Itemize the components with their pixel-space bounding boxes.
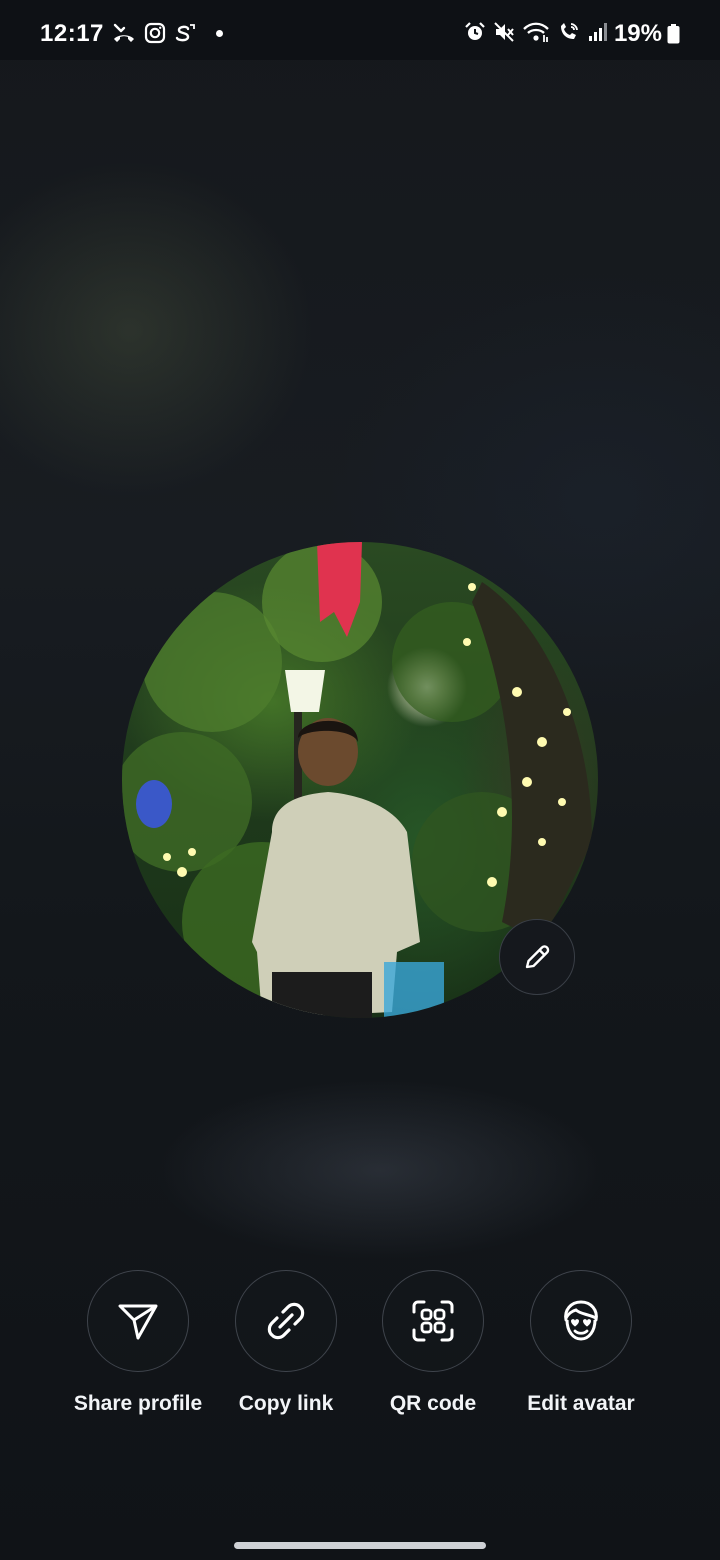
copy-link-label: Copy link [238,1392,334,1415]
status-time: 12:17 [40,20,104,47]
link-icon [267,1302,305,1340]
wifi-call-icon [557,21,581,43]
wifi-icon [522,21,550,43]
status-right-icons [464,21,608,43]
s-app-icon [174,21,196,45]
edit-photo-button[interactable] [499,919,575,995]
battery-icon [667,24,680,44]
signal-icon [588,21,608,43]
battery-percent: 19% [613,20,662,47]
notification-dot-icon [216,29,223,37]
qr-code-label: QR code [389,1392,477,1415]
alarm-icon [464,21,486,43]
instagram-icon [144,22,166,44]
qr-code-button[interactable] [382,1270,484,1372]
qr-code-icon [412,1300,454,1342]
profile-actions: Share profile Copy link QR code Edit ava… [0,1270,720,1430]
copy-link-button[interactable] [235,1270,337,1372]
missed-call-icon [112,22,136,44]
status-bar: 12:17 19% [0,0,720,60]
share-profile-button[interactable] [87,1270,189,1372]
share-profile-label: Share profile [73,1392,203,1415]
edit-avatar-action[interactable]: Edit avatar [491,1270,671,1416]
home-indicator[interactable] [234,1542,486,1549]
status-left-icons [112,21,223,45]
edit-avatar-button[interactable] [530,1270,632,1372]
mute-icon [493,21,515,43]
send-icon [118,1304,158,1340]
avatar-face-icon [564,1300,598,1341]
edit-avatar-label: Edit avatar [527,1392,635,1415]
pencil-icon [525,945,550,969]
